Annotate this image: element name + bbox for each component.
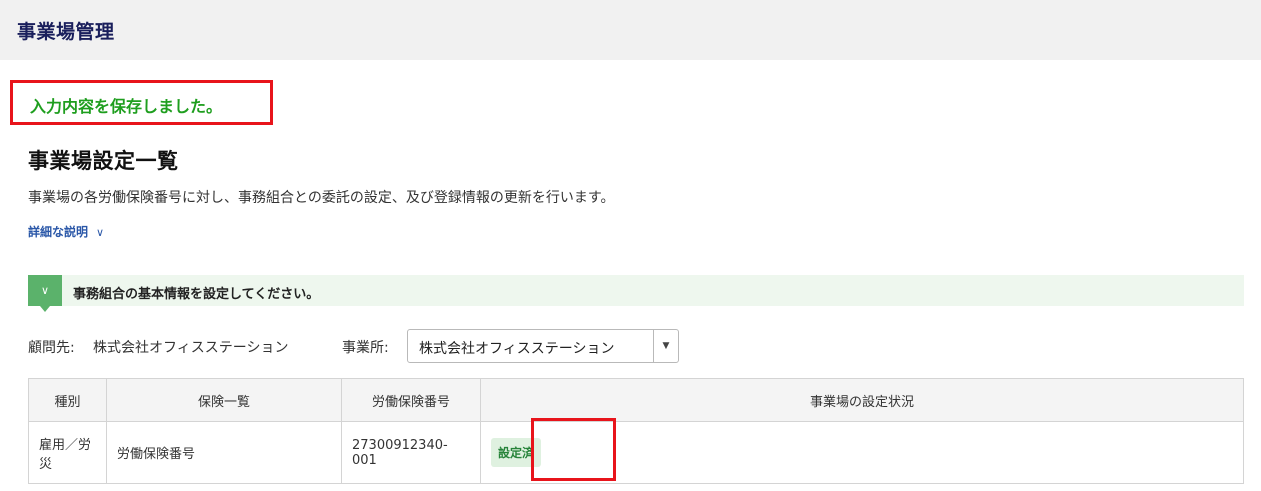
chevron-down-icon[interactable]: ∨: [28, 275, 62, 312]
chevron-down-icon: ∨: [96, 226, 105, 239]
notice-text: 事務組合の基本情報を設定してください。: [73, 287, 320, 302]
detail-link[interactable]: 詳細な説明 ∨: [28, 223, 104, 240]
header-title: 事業場管理: [17, 21, 115, 43]
page-description: 事業場の各労働保険番号に対し、事務組合との委託の設定、及び登録情報の更新を行いま…: [28, 190, 615, 206]
save-message-box: 入力内容を保存しました。: [10, 80, 273, 125]
column-header: 事業場の設定状況: [480, 378, 1244, 422]
table-header-row: 種別 保険一覧 労働保険番号 事業場の設定状況: [28, 378, 1244, 422]
office-select-value: 株式会社オフィスステーション: [419, 341, 615, 357]
column-header: 保険一覧: [106, 378, 342, 422]
detail-link-label: 詳細な説明: [28, 225, 89, 239]
office-label: 事業所:: [342, 340, 389, 356]
insurance-cell: 労働保険番号: [106, 421, 342, 484]
page-title: 事業場設定一覧: [28, 149, 179, 173]
page-header: 事業場管理: [0, 0, 1261, 60]
status-cell: 設定済: [480, 421, 1244, 484]
save-message: 入力内容を保存しました。: [30, 97, 223, 116]
insurance-number-cell: 27300912340-001: [341, 421, 481, 484]
type-cell: 雇用／労災: [28, 421, 107, 484]
notice-banner: ∨ 事務組合の基本情報を設定してください。: [28, 275, 1244, 312]
column-header: 種別: [28, 378, 107, 422]
table-row: 雇用／労災 労働保険番号 27300912340-001 設定済: [28, 421, 1244, 484]
filter-row: 顧問先: 株式会社オフィスステーション 事業所: 株式会社オフィスステーション …: [28, 329, 728, 363]
column-header: 労働保険番号: [341, 378, 481, 422]
client-label: 顧問先:: [28, 340, 75, 356]
office-select[interactable]: 株式会社オフィスステーション ▼: [407, 329, 679, 363]
caret-down-icon[interactable]: ▼: [653, 330, 678, 362]
workplace-table: 種別 保険一覧 労働保険番号 事業場の設定状況 雇用／労災 労働保険番号 273…: [28, 378, 1244, 484]
client-value: 株式会社オフィスステーション: [93, 340, 289, 356]
status-badge[interactable]: 設定済: [491, 438, 542, 467]
